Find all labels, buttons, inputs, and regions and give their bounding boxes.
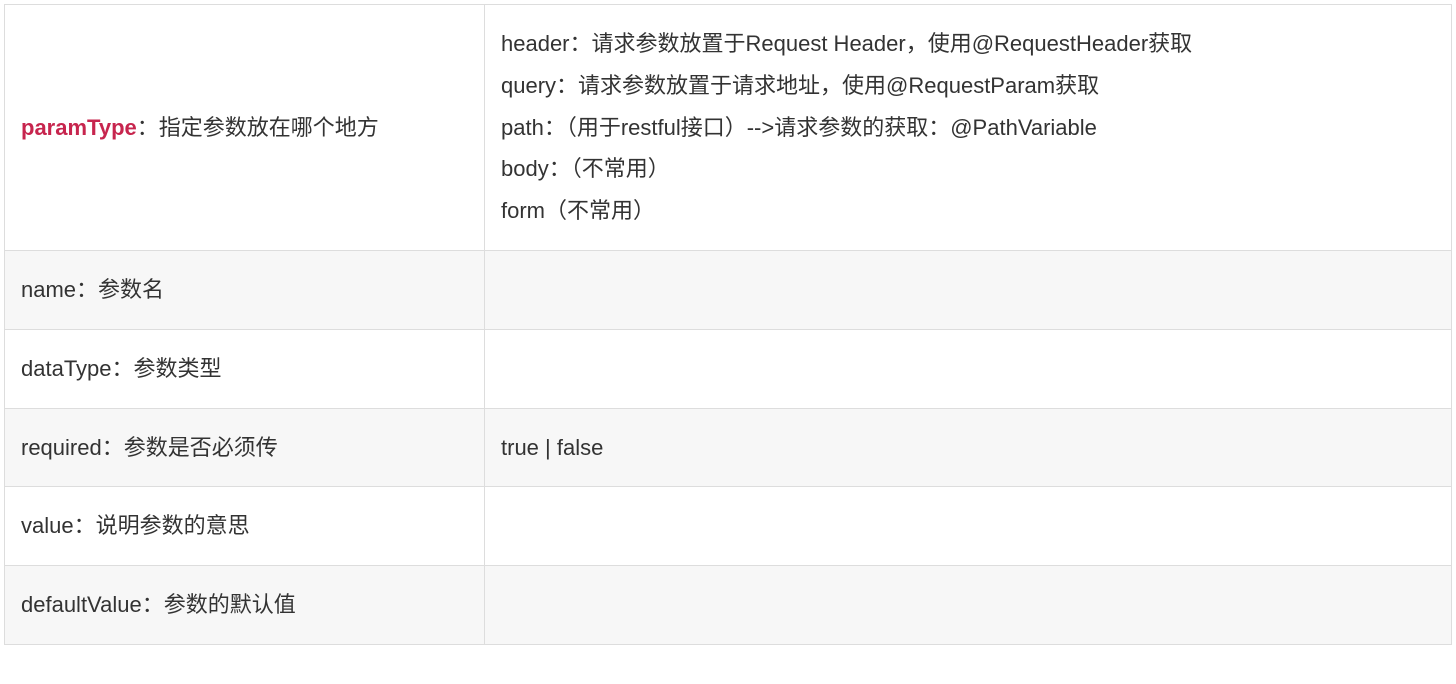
param-label-cell: defaultValue：参数的默认值: [5, 566, 485, 645]
param-desc-cell: header：请求参数放置于Request Header，使用@RequestH…: [485, 5, 1452, 251]
param-label-text: value：说明参数的意思: [21, 513, 250, 538]
param-keyword: paramType: [21, 115, 137, 140]
param-label-text: defaultValue：参数的默认值: [21, 592, 296, 617]
parameter-table: paramType：指定参数放在哪个地方 header：请求参数放置于Reque…: [4, 4, 1452, 645]
param-desc-cell: [485, 487, 1452, 566]
param-desc-line: query：请求参数放置于请求地址，使用@RequestParam获取: [501, 65, 1435, 107]
param-label-text: name：参数名: [21, 277, 164, 302]
table-row: paramType：指定参数放在哪个地方 header：请求参数放置于Reque…: [5, 5, 1452, 251]
param-desc-cell: [485, 566, 1452, 645]
param-label-cell: required：参数是否必须传: [5, 408, 485, 487]
param-label-text: dataType：参数类型: [21, 356, 222, 381]
table-row: defaultValue：参数的默认值: [5, 566, 1452, 645]
param-desc-line: form（不常用）: [501, 190, 1435, 232]
param-desc-cell: [485, 250, 1452, 329]
param-label-cell: value：说明参数的意思: [5, 487, 485, 566]
param-label-cell: name：参数名: [5, 250, 485, 329]
param-label-cell: dataType：参数类型: [5, 329, 485, 408]
param-label-text: required：参数是否必须传: [21, 435, 278, 460]
param-desc-line: header：请求参数放置于Request Header，使用@RequestH…: [501, 23, 1435, 65]
param-desc-cell: true | false: [485, 408, 1452, 487]
table-row: value：说明参数的意思: [5, 487, 1452, 566]
table-row: name：参数名: [5, 250, 1452, 329]
param-desc-line: body：（不常用）: [501, 148, 1435, 190]
param-desc-line: path：（用于restful接口）-->请求参数的获取：@PathVariab…: [501, 107, 1435, 149]
param-desc-cell: [485, 329, 1452, 408]
param-label-text: ：指定参数放在哪个地方: [137, 115, 379, 140]
table-row: required：参数是否必须传 true | false: [5, 408, 1452, 487]
table-row: dataType：参数类型: [5, 329, 1452, 408]
param-label-cell: paramType：指定参数放在哪个地方: [5, 5, 485, 251]
param-desc-line: true | false: [501, 435, 603, 460]
